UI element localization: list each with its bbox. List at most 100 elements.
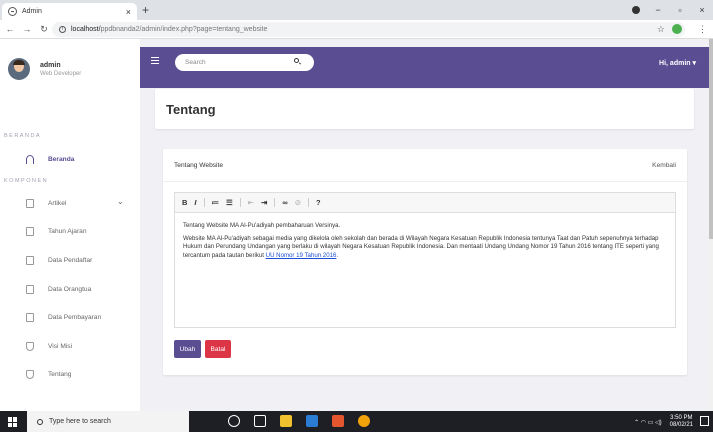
user-menu[interactable]: Hi, admin ▾ [659, 59, 696, 67]
cortana-icon[interactable] [228, 415, 240, 427]
sidebar-item-data-pendaftar[interactable]: Data Pendaftar [0, 251, 140, 269]
unlink-icon[interactable]: ⊘ [295, 198, 301, 207]
card-heading: Tentang Website [174, 162, 223, 169]
browser-tab-bar: Admin × + − ▫ × [0, 0, 713, 20]
tab-close-icon[interactable]: × [126, 7, 131, 17]
sidebar-item-label: Data Pembayaran [48, 313, 102, 321]
clipboard-icon [26, 256, 34, 265]
tray-icons[interactable]: ⌃ ◠ ▭ ◁) [634, 419, 662, 426]
italic-button[interactable]: I [194, 198, 196, 207]
indent-icon[interactable]: ⇥ [261, 198, 267, 207]
site-info-icon[interactable]: i [59, 26, 66, 33]
maximize-button[interactable]: ▫ [669, 5, 691, 15]
favicon-icon [8, 7, 17, 16]
avatar [8, 58, 30, 80]
sidebar-item-label: Data Pendaftar [48, 256, 93, 264]
user-role: Web Developer [40, 70, 82, 77]
system-tray: ⌃ ◠ ▭ ◁) 3:50 PM 08/02/21 [634, 415, 693, 429]
clipboard-icon [26, 285, 34, 294]
forward-icon[interactable]: → [20, 24, 34, 34]
rich-text-editor[interactable]: B I ≔ ☰ ⇤ ⇥ ∞ ⊘ ? Tentang Website MA Al-… [174, 192, 676, 328]
chevron-down-icon: ⌄ [117, 197, 124, 206]
page-scrollbar[interactable] [709, 39, 713, 411]
editor-content[interactable]: Tentang Website MA Al-Pu'adiyah pembahar… [175, 213, 675, 273]
file-explorer-icon[interactable] [280, 415, 292, 427]
divider [274, 198, 276, 207]
close-window-button[interactable]: × [691, 5, 713, 15]
bookmark-star-icon[interactable]: ☆ [657, 24, 665, 35]
divider [239, 198, 241, 207]
sidebar-item-tahun-ajaran[interactable]: Tahun Ajaran [0, 222, 140, 240]
law-link[interactable]: UU Nomor 19 Tahun 2016 [266, 252, 337, 259]
back-icon[interactable]: ← [3, 24, 17, 34]
clock-time: 3:50 PM [670, 415, 693, 421]
sidebar-item-beranda[interactable]: Beranda [0, 150, 140, 168]
reload-icon[interactable]: ↻ [37, 24, 51, 35]
app-icon[interactable] [332, 415, 344, 427]
browser-tab[interactable]: Admin × [2, 3, 137, 20]
minimize-button[interactable]: − [647, 5, 669, 15]
notification-icon[interactable] [700, 416, 709, 426]
sidebar-item-label: Tahun Ajaran [48, 227, 87, 235]
windows-taskbar: Type here to search ⌃ ◠ ▭ ◁) 3:50 PM 08/… [0, 411, 713, 432]
divider [308, 198, 309, 207]
taskbar-apps [228, 415, 384, 427]
shield-icon [26, 342, 34, 351]
search-icon [37, 418, 43, 425]
sidebar-item-data-pembayaran[interactable]: Data Pembayaran [0, 308, 140, 326]
tab-title: Admin [22, 8, 42, 15]
folder-icon [26, 199, 34, 208]
hamburger-menu-icon[interactable] [151, 57, 159, 64]
unordered-list-icon[interactable]: ☰ [226, 198, 233, 207]
sidebar-item-label: Artikel [48, 199, 67, 207]
url-path: ppdbnanda2/admin/index.php?page=tentang_… [100, 26, 268, 33]
url-host: localhost/ [71, 26, 101, 33]
chrome-icon[interactable] [358, 415, 370, 427]
profile-icon[interactable] [632, 6, 640, 14]
dashboard-icon [26, 155, 34, 164]
sidebar-item-tentang[interactable]: Tentang [0, 365, 140, 383]
editor-toolbar: B I ≔ ☰ ⇤ ⇥ ∞ ⊘ ? [175, 193, 675, 213]
search-input[interactable] [175, 54, 314, 71]
browser-menu-icon[interactable]: ⋮ [698, 24, 707, 35]
help-button[interactable]: ? [316, 198, 321, 207]
outdent-icon[interactable]: ⇤ [248, 198, 254, 207]
word-icon[interactable] [306, 415, 318, 427]
clock-date: 08/02/21 [669, 422, 693, 428]
sidebar-item-label: Visi Misi [48, 342, 73, 350]
bold-button[interactable]: B [182, 198, 187, 207]
clock[interactable]: 3:50 PM 08/02/21 [670, 415, 693, 429]
search-icon[interactable] [294, 58, 299, 63]
shield-icon [26, 370, 34, 379]
back-link[interactable]: Kembali [652, 162, 676, 169]
extension-icon[interactable] [672, 24, 682, 34]
sidebar-item-label: Beranda [48, 155, 75, 163]
content-card: Tentang Website Kembali B I ≔ ☰ ⇤ ⇥ ∞ ⊘ … [163, 149, 687, 375]
link-icon[interactable]: ∞ [282, 198, 287, 207]
user-profile: admin Web Developer [8, 58, 81, 80]
divider [163, 181, 687, 182]
page-title-card: Tentang [155, 89, 694, 129]
user-name: admin [40, 61, 61, 69]
taskbar-search[interactable]: Type here to search [27, 411, 189, 432]
content-paragraph: Website MA Al-Pu'adiyah sebagai media ya… [183, 234, 659, 259]
taskbar-search-text: Type here to search [49, 418, 111, 425]
sidebar-item-label: Tentang [48, 370, 72, 378]
top-header: Hi, admin ▾ [140, 47, 709, 88]
address-bar-row: ← → ↻ i localhost/ ppdbnanda2/admin/inde… [0, 20, 713, 39]
sidebar-item-data-orangtua[interactable]: Data Orangtua [0, 280, 140, 298]
window-controls: − ▫ × [625, 0, 713, 20]
ordered-list-icon[interactable]: ≔ [212, 198, 220, 207]
save-button[interactable]: Ubah [174, 340, 201, 358]
page-title: Tentang [166, 102, 216, 117]
new-tab-button[interactable]: + [142, 3, 149, 17]
clipboard-icon [26, 313, 34, 322]
url-field[interactable]: i localhost/ ppdbnanda2/admin/index.php?… [52, 22, 685, 37]
sidebar-item-visi-misi[interactable]: Visi Misi [0, 337, 140, 355]
clipboard-icon [26, 227, 34, 236]
windows-start-icon[interactable] [8, 417, 18, 427]
task-view-icon[interactable] [254, 415, 266, 427]
cancel-button[interactable]: Batal [205, 340, 231, 358]
sidebar-item-artikel[interactable]: Artikel ⌄ [0, 194, 140, 212]
scrollbar-thumb[interactable] [709, 39, 713, 239]
